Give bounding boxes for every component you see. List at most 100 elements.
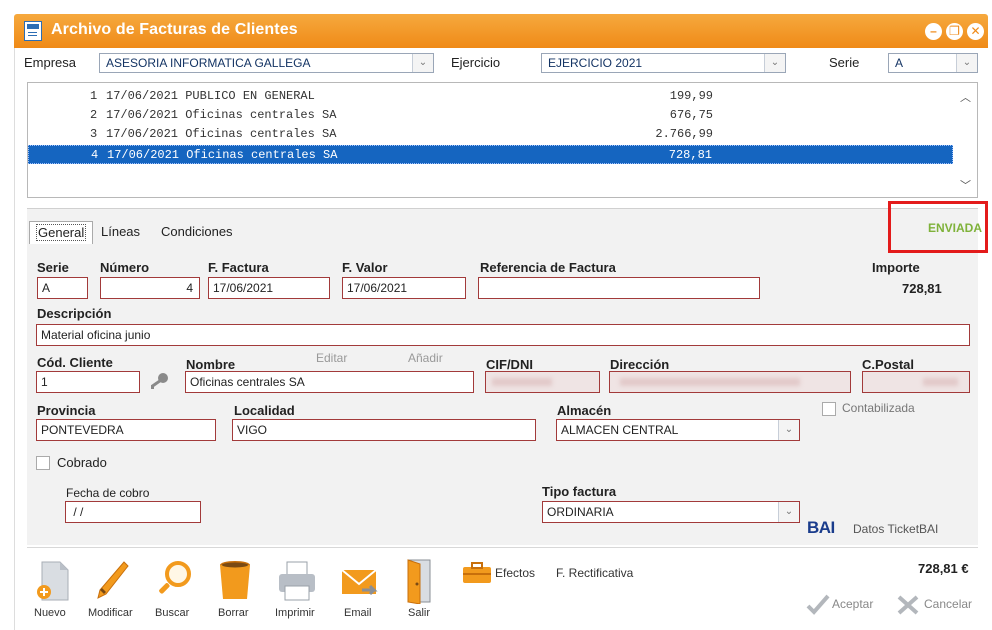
- numero-label: Número: [100, 260, 150, 275]
- chevron-down-icon[interactable]: ⌄: [412, 54, 433, 72]
- new-document-icon: [37, 561, 69, 601]
- tab-general[interactable]: General: [29, 221, 94, 244]
- empresa-label: Empresa: [24, 55, 77, 70]
- redacted-text: [923, 378, 958, 386]
- tipofactura-select-value: ORDINARIA: [547, 505, 614, 519]
- ticketbai-logo: BAI: [807, 518, 835, 537]
- minimize-button[interactable]: –: [925, 23, 942, 40]
- serie-label: Serie: [829, 55, 860, 70]
- almacen-select-value: ALMACEN CENTRAL: [561, 423, 679, 437]
- list-item[interactable]: 2 17/06/2021 Oficinas centrales SA 676,7…: [28, 106, 953, 125]
- borrar-label: Borrar: [218, 607, 249, 619]
- briefcase-icon: [463, 562, 491, 583]
- tipofactura-label: Tipo factura: [542, 484, 617, 499]
- tab-lineas[interactable]: Líneas: [95, 221, 146, 243]
- borrar-button[interactable]: Borrar: [213, 560, 257, 620]
- salir-label: Salir: [408, 607, 431, 619]
- cobrado-checkbox[interactable]: [36, 456, 50, 470]
- magnifier-icon: [159, 561, 191, 594]
- numero-input[interactable]: 4: [100, 277, 200, 299]
- cancelar-button[interactable]: Cancelar: [896, 592, 986, 618]
- total-amount: 728,81 €: [918, 561, 969, 576]
- envelope-icon: [341, 569, 378, 596]
- serie-field-label: Serie: [37, 260, 69, 275]
- chevron-down-icon[interactable]: ⌄: [956, 54, 977, 72]
- title-bar[interactable]: Archivo de Facturas de Clientes – ❐ ✕: [14, 14, 988, 48]
- pencil-icon: [97, 561, 129, 599]
- referencia-input[interactable]: [478, 277, 760, 299]
- localidad-label: Localidad: [234, 403, 295, 418]
- ejercicio-select[interactable]: EJERCICIO 2021 ⌄: [541, 53, 786, 73]
- contabilizada-checkbox[interactable]: [822, 402, 836, 416]
- provincia-label: Provincia: [37, 403, 96, 418]
- descripcion-label: Descripción: [37, 306, 112, 321]
- email-label: Email: [344, 607, 372, 619]
- anadir-link[interactable]: Añadir: [408, 351, 443, 365]
- tab-condiciones[interactable]: Condiciones: [155, 221, 239, 243]
- serie-select-value: A: [895, 56, 904, 70]
- list-item[interactable]: 1 17/06/2021 PUBLICO EN GENERAL 199,99: [28, 87, 953, 106]
- imprimir-label: Imprimir: [275, 607, 315, 619]
- buscar-button[interactable]: Buscar: [152, 560, 196, 620]
- provincia-input[interactable]: PONTEVEDRA: [36, 419, 216, 441]
- fvalor-input[interactable]: 17/06/2021: [342, 277, 466, 299]
- nuevo-label: Nuevo: [34, 607, 66, 619]
- ejercicio-label: Ejercicio: [451, 55, 501, 70]
- fvalor-label: F. Valor: [342, 260, 388, 275]
- empresa-select[interactable]: ASESORIA INFORMATICA GALLEGA ⌄: [99, 53, 434, 73]
- list-item[interactable]: 3 17/06/2021 Oficinas centrales SA 2.766…: [28, 125, 953, 144]
- scroll-up-icon[interactable]: ︿: [960, 89, 971, 105]
- aceptar-button[interactable]: Aceptar: [806, 592, 886, 618]
- tipofactura-select[interactable]: ORDINARIA ⌄: [542, 501, 800, 523]
- cobrado-label: Cobrado: [57, 455, 107, 470]
- window-title: Archivo de Facturas de Clientes: [51, 21, 298, 38]
- serie-select[interactable]: A ⌄: [888, 53, 978, 73]
- editar-link[interactable]: Editar: [316, 351, 347, 365]
- fechacobro-input[interactable]: / /: [65, 501, 201, 523]
- cpostal-input[interactable]: [862, 371, 970, 393]
- list-item-selected[interactable]: 4 17/06/2021 Oficinas centrales SA 728,8…: [28, 145, 953, 164]
- importe-label: Importe: [872, 260, 920, 275]
- nuevo-button[interactable]: Nuevo: [34, 560, 74, 620]
- contabilizada-label: Contabilizada: [842, 401, 915, 415]
- cancel-x-icon: [897, 595, 919, 615]
- cif-label: CIF/DNI: [486, 357, 533, 372]
- email-button[interactable]: Email: [338, 560, 382, 620]
- localidad-input[interactable]: VIGO: [232, 419, 536, 441]
- cancelar-label: Cancelar: [924, 597, 973, 611]
- codcliente-label: Cód. Cliente: [37, 355, 113, 370]
- direccion-label: Dirección: [610, 357, 670, 372]
- descripcion-input[interactable]: Material oficina junio: [36, 324, 970, 346]
- modificar-button[interactable]: Modificar: [88, 560, 136, 620]
- redacted-text: [492, 378, 552, 386]
- invoice-list[interactable]: 1 17/06/2021 PUBLICO EN GENERAL 199,99 2…: [27, 82, 978, 198]
- chevron-down-icon[interactable]: ⌄: [764, 54, 785, 72]
- ffactura-input[interactable]: 17/06/2021: [208, 277, 330, 299]
- codcliente-input[interactable]: 1: [36, 371, 140, 393]
- chevron-down-icon[interactable]: ⌄: [778, 420, 799, 440]
- checkmark-icon: [806, 594, 830, 615]
- ticketbai-button[interactable]: Datos TicketBAI: [853, 522, 938, 536]
- efectos-button[interactable]: Efectos: [462, 562, 547, 584]
- redacted-text: [620, 378, 800, 386]
- rectificativa-button[interactable]: F. Rectificativa: [556, 566, 633, 580]
- trash-bin-icon: [220, 561, 250, 599]
- almacen-select[interactable]: ALMACEN CENTRAL ⌄: [556, 419, 800, 441]
- close-button[interactable]: ✕: [967, 23, 984, 40]
- scroll-down-icon[interactable]: ﹀: [960, 177, 971, 193]
- app-document-icon: [24, 21, 42, 41]
- restore-button[interactable]: ❐: [946, 23, 963, 40]
- status-badge: ENVIADA: [928, 221, 983, 235]
- chevron-down-icon[interactable]: ⌄: [778, 502, 799, 522]
- cpostal-label: C.Postal: [862, 357, 915, 372]
- cif-input[interactable]: [485, 371, 600, 393]
- nombre-input[interactable]: Oficinas centrales SA: [185, 371, 474, 393]
- almacen-label: Almacén: [557, 403, 612, 418]
- imprimir-button[interactable]: Imprimir: [273, 560, 321, 620]
- salir-button[interactable]: Salir: [402, 558, 438, 620]
- nombre-label: Nombre: [186, 357, 236, 372]
- direccion-input[interactable]: [609, 371, 851, 393]
- key-search-icon[interactable]: [148, 372, 170, 392]
- exit-door-icon: [407, 559, 431, 604]
- serie-input[interactable]: A: [37, 277, 88, 299]
